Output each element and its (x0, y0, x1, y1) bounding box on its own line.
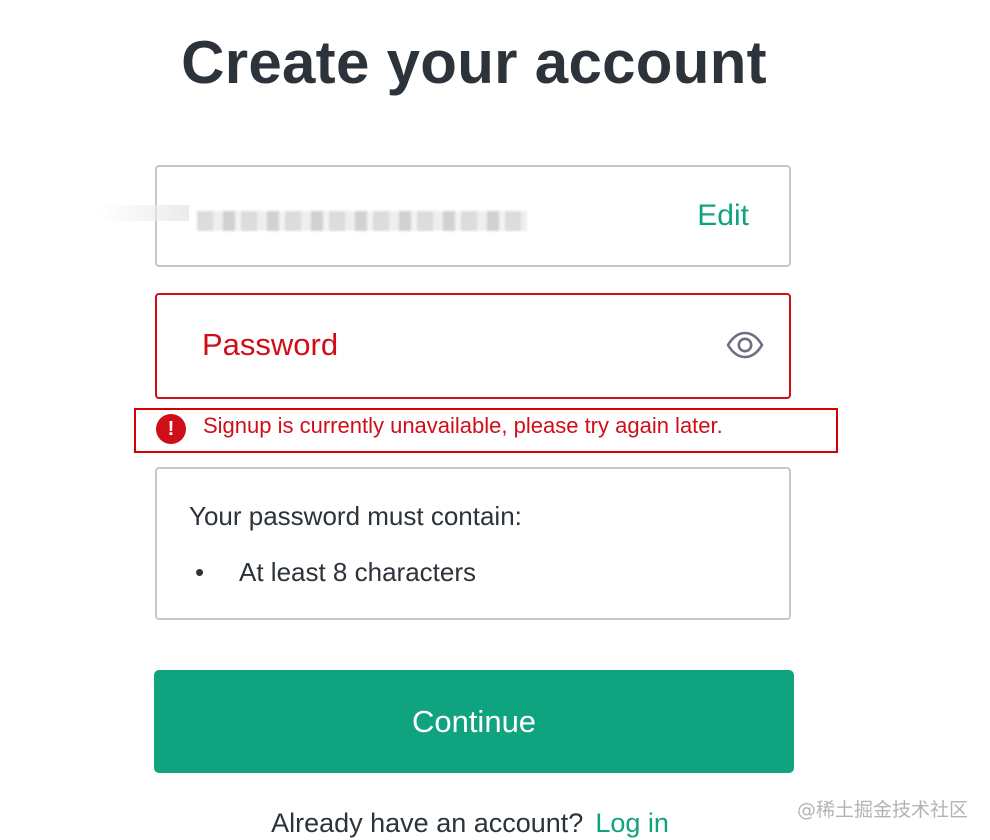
error-message: Signup is currently unavailable, please … (203, 413, 723, 438)
password-label: Password (202, 327, 339, 362)
bullet: • (195, 557, 205, 587)
requirement-text: At least 8 characters (239, 557, 476, 587)
login-link[interactable]: Log in (595, 808, 669, 838)
login-prompt-text: Already have an account? (271, 808, 584, 838)
page-title: Create your account (181, 29, 767, 96)
continue-button[interactable]: Continue (154, 670, 794, 773)
password-requirements: Your password must contain: • At least 8 … (155, 467, 791, 620)
email-value-blurred-edge (99, 205, 189, 221)
email-value-blurred (197, 211, 527, 231)
error-icon: ! (156, 414, 186, 444)
password-field[interactable]: Password (155, 293, 791, 399)
edit-email-link[interactable]: Edit (697, 199, 749, 233)
requirement-item: • At least 8 characters (195, 557, 476, 588)
eye-icon[interactable] (726, 330, 764, 360)
email-field[interactable]: Edit (99, 165, 791, 267)
watermark: @稀土掘金技术社区 (796, 799, 968, 821)
requirements-heading: Your password must contain: (189, 501, 522, 531)
error-message-box: ! Signup is currently unavailable, pleas… (134, 408, 838, 453)
